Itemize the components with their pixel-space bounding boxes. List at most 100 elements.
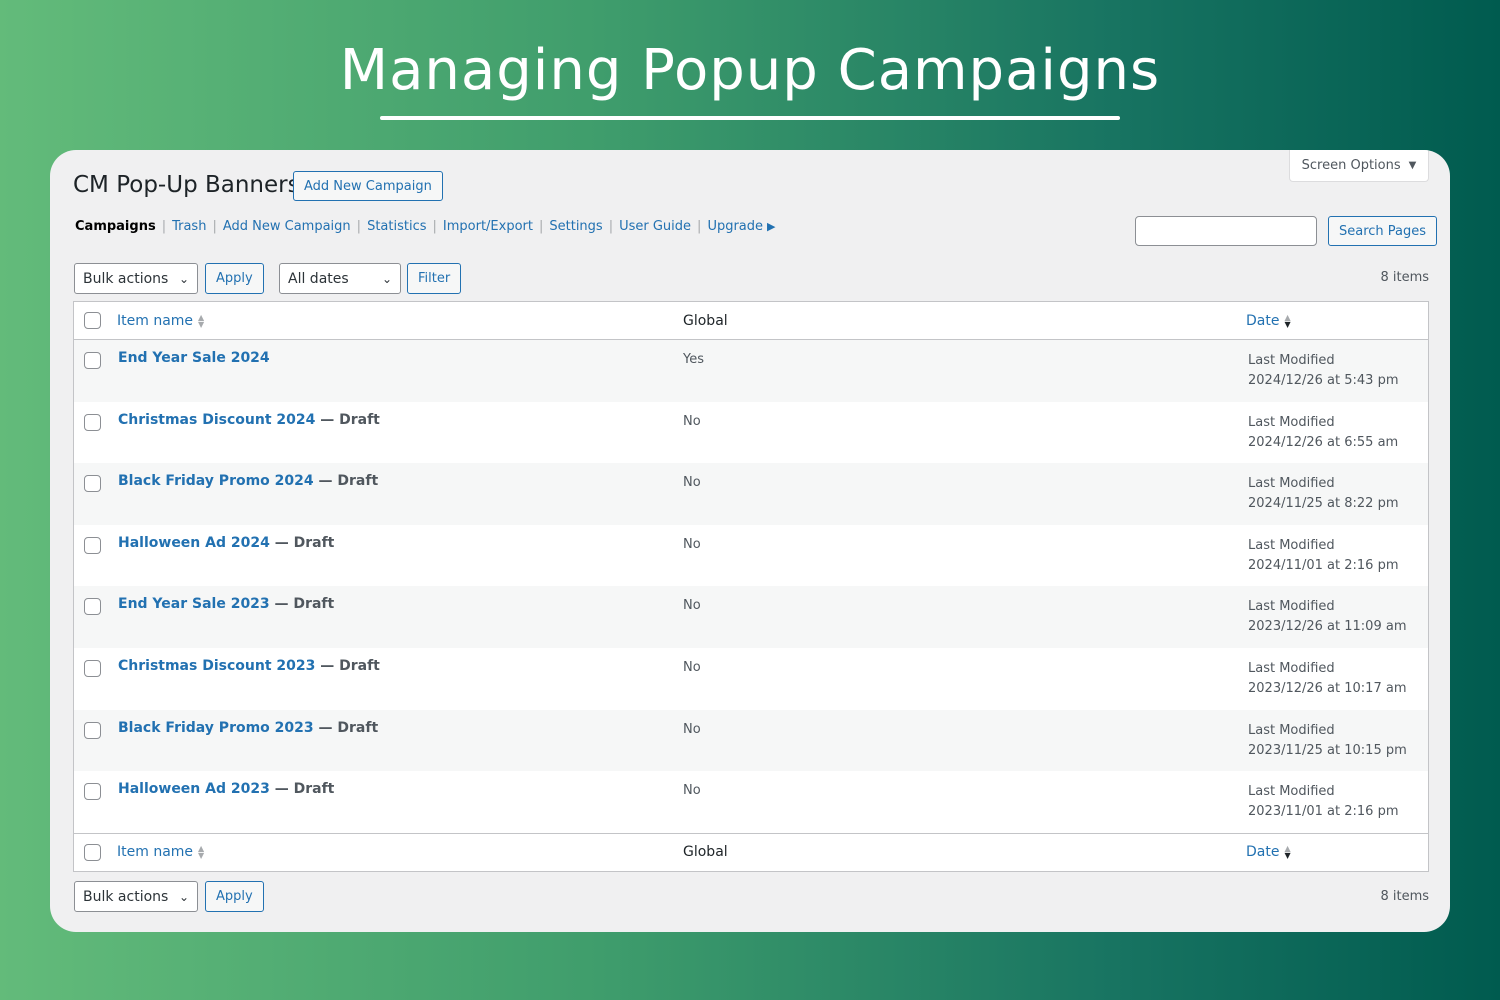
apply-button-bottom[interactable]: Apply	[205, 881, 264, 912]
subnav-item-import-export[interactable]: Import/Export	[443, 219, 533, 234]
bulk-actions-select-bottom[interactable]: Bulk actions ⌄	[74, 881, 198, 912]
date-value: 2024/12/26 at 6:55 am	[1248, 434, 1399, 450]
subnav-separator: |	[161, 219, 167, 234]
campaign-name: Black Friday Promo 2024 — Draft	[118, 473, 378, 489]
select-all-checkbox[interactable]	[84, 312, 101, 329]
subnav-separator: |	[538, 219, 544, 234]
hero-underline	[380, 116, 1120, 120]
table-row: Christmas Discount 2023 — Draft No Last …	[74, 648, 1428, 710]
filter-button[interactable]: Filter	[407, 263, 462, 294]
campaign-name: End Year Sale 2023 — Draft	[118, 596, 334, 612]
date-cell: Last Modified 2024/12/26 at 6:55 am	[1248, 413, 1398, 453]
row-checkbox[interactable]	[84, 598, 101, 616]
subnav-item-trash[interactable]: Trash	[172, 219, 206, 234]
arrow-right-icon: ▶	[767, 220, 776, 233]
column-header-item-name[interactable]: Item name ▲ ▼	[117, 313, 204, 329]
chevron-down-icon: ⌄	[381, 271, 392, 286]
add-new-campaign-button[interactable]: Add New Campaign	[293, 171, 443, 201]
campaign-name: Black Friday Promo 2023 — Draft	[118, 720, 378, 736]
date-value: 2023/12/26 at 11:09 am	[1248, 619, 1407, 635]
campaign-name: Christmas Discount 2024 — Draft	[118, 412, 380, 428]
subnav-item-user-guide[interactable]: User Guide	[619, 219, 691, 234]
date-label: Last Modified	[1248, 353, 1335, 368]
chevron-down-icon: ⌄	[178, 889, 189, 904]
campaign-link[interactable]: Halloween Ad 2024	[118, 535, 270, 551]
date-cell: Last Modified 2023/12/26 at 11:09 am	[1248, 597, 1406, 637]
subnav-item-statistics[interactable]: Statistics	[367, 219, 426, 234]
campaign-name: Christmas Discount 2023 — Draft	[118, 658, 380, 674]
dates-select[interactable]: All dates ⌄	[279, 263, 401, 294]
sort-icon: ▲ ▼	[198, 844, 205, 861]
global-value: No	[683, 598, 701, 614]
subnav-separator: |	[432, 219, 437, 234]
row-checkbox[interactable]	[84, 659, 101, 677]
subnav-item-settings[interactable]: Settings	[549, 219, 602, 234]
column-header-global: Global	[683, 312, 728, 329]
date-cell: Last Modified 2023/11/01 at 2:16 pm	[1248, 782, 1399, 822]
global-value: Yes	[683, 352, 704, 367]
table-header: Item name ▲ ▼ Global Date ▲ ▼	[74, 302, 1428, 340]
sort-icon: ▲ ▼	[1284, 844, 1291, 861]
date-label: Last Modified	[1248, 414, 1335, 430]
column-header-item-name[interactable]: Item name ▲ ▼	[117, 844, 204, 860]
page-title: CM Pop-Up Banners	[73, 172, 300, 198]
campaign-state: — Draft	[315, 657, 380, 674]
date-label: Last Modified	[1248, 722, 1335, 738]
subnav-separator: |	[697, 219, 702, 234]
campaign-link[interactable]: End Year Sale 2023	[118, 596, 270, 612]
table-row: Halloween Ad 2024 — Draft No Last Modifi…	[74, 525, 1428, 587]
campaign-link[interactable]: Christmas Discount 2024	[118, 412, 315, 428]
campaign-state: — Draft	[269, 534, 335, 551]
row-checkbox[interactable]	[84, 536, 101, 554]
hero-title: Managing Popup Campaigns	[339, 38, 1161, 103]
campaign-name: Halloween Ad 2024 — Draft	[118, 535, 334, 551]
row-checkbox[interactable]	[84, 352, 101, 369]
items-count: 8 items	[1380, 270, 1429, 285]
campaign-link[interactable]: Black Friday Promo 2024	[118, 473, 314, 489]
column-label: Item name	[117, 844, 194, 861]
campaign-link[interactable]: Black Friday Promo 2023	[118, 720, 314, 736]
global-value: No	[683, 536, 701, 552]
admin-panel: Screen Options ▼ CM Pop-Up Banners Add N…	[50, 150, 1450, 932]
subnav-separator: |	[356, 219, 362, 234]
table-row: Christmas Discount 2024 — Draft No Last …	[74, 402, 1428, 464]
row-checkbox[interactable]	[84, 783, 101, 801]
column-header-date[interactable]: Date ▲ ▼	[1246, 313, 1291, 329]
global-value: No	[683, 783, 701, 799]
subnav-item-campaigns[interactable]: Campaigns	[75, 219, 156, 234]
search-pages-button[interactable]: Search Pages	[1328, 216, 1438, 246]
date-value: 2024/11/01 at 2:16 pm	[1248, 557, 1399, 573]
campaign-link[interactable]: End Year Sale 2024	[118, 350, 270, 366]
date-value: 2024/11/25 at 8:22 pm	[1248, 496, 1399, 512]
campaign-state: — Draft	[269, 596, 335, 613]
campaign-name: Halloween Ad 2023 — Draft	[118, 781, 334, 797]
search-input[interactable]	[1135, 216, 1317, 246]
dates-value: All dates	[288, 270, 349, 287]
row-checkbox[interactable]	[84, 475, 101, 493]
campaign-state: — Draft	[315, 411, 380, 428]
campaign-state: — Draft	[269, 781, 335, 798]
column-header-date[interactable]: Date ▲ ▼	[1246, 844, 1291, 860]
global-value: No	[683, 413, 701, 429]
apply-button[interactable]: Apply	[205, 263, 264, 294]
date-label: Last Modified	[1248, 599, 1335, 615]
date-label: Last Modified	[1248, 660, 1335, 676]
screen-options-button[interactable]: Screen Options ▼	[1289, 150, 1429, 182]
subnav-item-upgrade[interactable]: Upgrade	[707, 219, 763, 234]
campaign-link[interactable]: Halloween Ad 2023	[118, 781, 270, 797]
row-checkbox[interactable]	[84, 413, 101, 431]
date-cell: Last Modified 2023/11/25 at 10:15 pm	[1248, 721, 1407, 761]
date-label: Last Modified	[1248, 784, 1335, 800]
date-cell: Last Modified 2024/11/01 at 2:16 pm	[1248, 536, 1399, 576]
select-all-checkbox[interactable]	[84, 843, 101, 861]
subnav-item-add-new-campaign[interactable]: Add New Campaign	[223, 219, 351, 234]
sort-icon: ▲ ▼	[198, 312, 205, 329]
table-row: End Year Sale 2024 Yes Last Modified 2024…	[74, 340, 1428, 402]
date-value: 2023/11/25 at 10:15 pm	[1248, 742, 1407, 758]
global-value: No	[683, 659, 701, 675]
column-label: Date	[1246, 312, 1280, 329]
date-label: Last Modified	[1248, 537, 1335, 553]
bulk-actions-select[interactable]: Bulk actions ⌄	[74, 263, 198, 294]
row-checkbox[interactable]	[84, 721, 101, 739]
campaign-link[interactable]: Christmas Discount 2023	[118, 658, 315, 674]
